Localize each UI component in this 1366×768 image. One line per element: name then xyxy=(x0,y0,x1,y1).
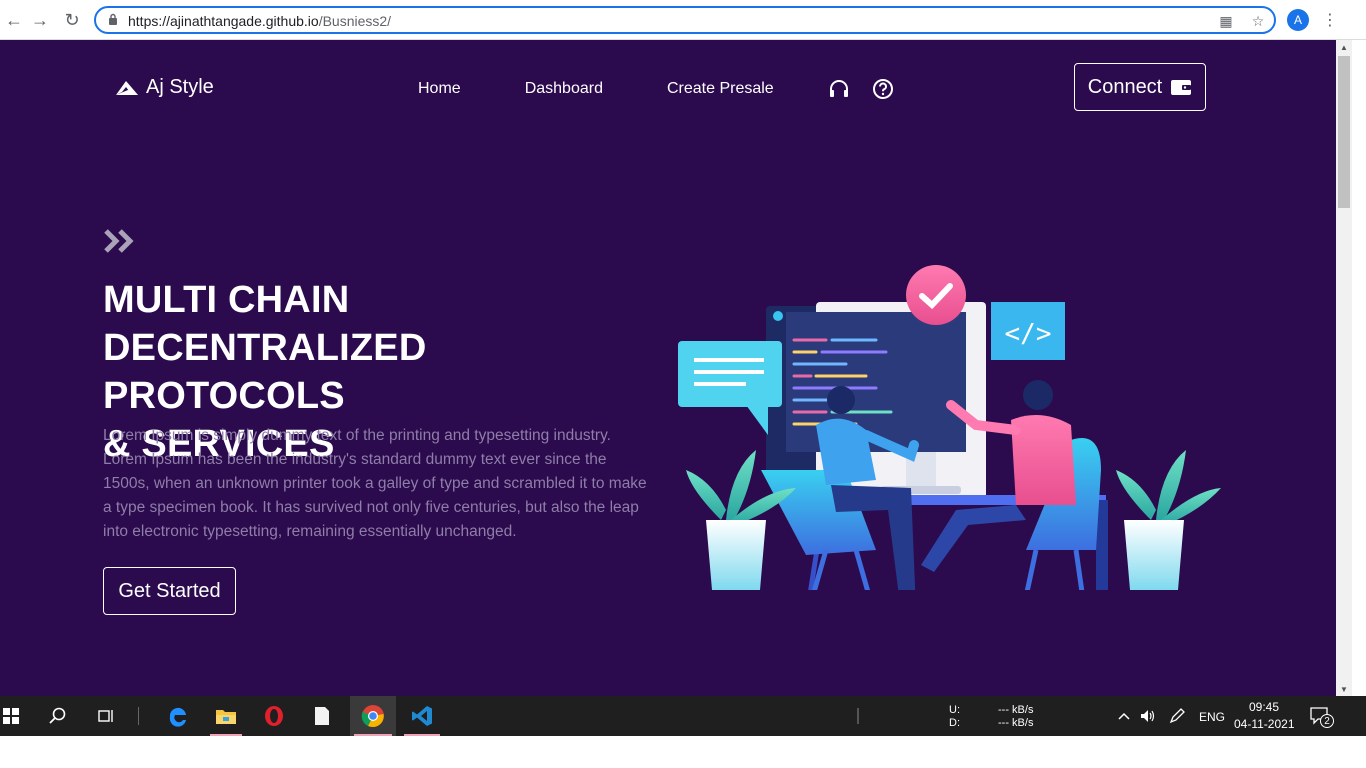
get-started-button[interactable]: Get Started xyxy=(103,567,236,615)
browser-menu-icon[interactable]: ⋮ xyxy=(1322,8,1338,32)
double-chevron-icon xyxy=(104,228,138,259)
pen-icon[interactable] xyxy=(1166,696,1188,736)
qr-code-icon[interactable]: ▦ xyxy=(1218,13,1234,29)
net-up-value: --- kB/s xyxy=(998,704,1034,716)
page: Aj Style Home Dashboard Create Presale C… xyxy=(0,40,1336,696)
forward-icon[interactable]: → xyxy=(28,8,52,32)
net-down-value: --- kB/s xyxy=(998,717,1034,729)
clock-time[interactable]: 09:45 xyxy=(1249,700,1279,714)
profile-avatar[interactable]: A xyxy=(1287,9,1309,31)
hero-description: Lorem Ipsum is simply dummy text of the … xyxy=(103,427,647,540)
scrollbar-thumb[interactable] xyxy=(1338,56,1350,208)
wallet-icon xyxy=(1171,80,1192,95)
clock-date[interactable]: 04-11-2021 xyxy=(1234,717,1295,731)
chevron-up-icon[interactable] xyxy=(1114,696,1134,736)
bookmark-star-icon[interactable]: ☆ xyxy=(1250,13,1266,29)
task-view-icon[interactable] xyxy=(88,696,124,736)
chrome-browser-icon[interactable] xyxy=(350,696,396,736)
search-icon[interactable] xyxy=(40,696,76,736)
reload-icon[interactable]: ↻ xyxy=(60,8,84,32)
nav-dashboard[interactable]: Dashboard xyxy=(525,80,603,98)
svg-text:</>: </> xyxy=(1005,319,1052,349)
help-icon[interactable] xyxy=(872,78,894,100)
net-down-label: D: xyxy=(949,717,960,729)
nav-home[interactable]: Home xyxy=(418,80,461,98)
connect-wallet-button[interactable]: Connect xyxy=(1074,63,1206,111)
scroll-down-icon[interactable]: ▼ xyxy=(1336,682,1352,696)
windows-taskbar: U: D: --- kB/s --- kB/s ENG 09:45 04-11-… xyxy=(0,696,1366,736)
page-scrollbar[interactable]: ▲ ▼ xyxy=(1336,40,1352,696)
main-nav: Home Dashboard Create Presale xyxy=(418,78,916,100)
notifications-icon[interactable]: 2 xyxy=(1306,696,1334,736)
nav-create-presale[interactable]: Create Presale xyxy=(667,80,774,98)
file-explorer-icon[interactable] xyxy=(206,696,246,736)
connect-label: Connect xyxy=(1087,75,1163,98)
browser-toolbar: ← → ↻ https://ajinathtangade.github.io/B… xyxy=(0,0,1366,40)
hero-illustration: </> xyxy=(678,265,1221,590)
vscode-icon[interactable] xyxy=(400,696,444,736)
url-text: https://ajinathtangade.github.io/Busnies… xyxy=(128,13,392,29)
volume-icon[interactable] xyxy=(1138,696,1158,736)
brand-mark-icon xyxy=(116,80,138,95)
notification-count: 2 xyxy=(1320,714,1334,728)
net-up-label: U: xyxy=(949,704,960,716)
brand-logo[interactable]: Aj Style xyxy=(114,76,214,99)
brand-name: Aj Style xyxy=(146,76,214,98)
back-icon[interactable]: ← xyxy=(2,8,26,32)
document-icon[interactable] xyxy=(302,696,342,736)
address-bar[interactable]: https://ajinathtangade.github.io/Busnies… xyxy=(94,6,1276,34)
opera-browser-icon[interactable] xyxy=(254,696,294,736)
edge-browser-icon[interactable] xyxy=(158,696,198,736)
windows-start-icon[interactable] xyxy=(0,696,22,736)
lock-icon xyxy=(109,13,117,25)
headphones-icon[interactable] xyxy=(828,79,850,99)
scroll-up-icon[interactable]: ▲ xyxy=(1336,40,1352,54)
language-indicator[interactable]: ENG xyxy=(1199,710,1225,724)
